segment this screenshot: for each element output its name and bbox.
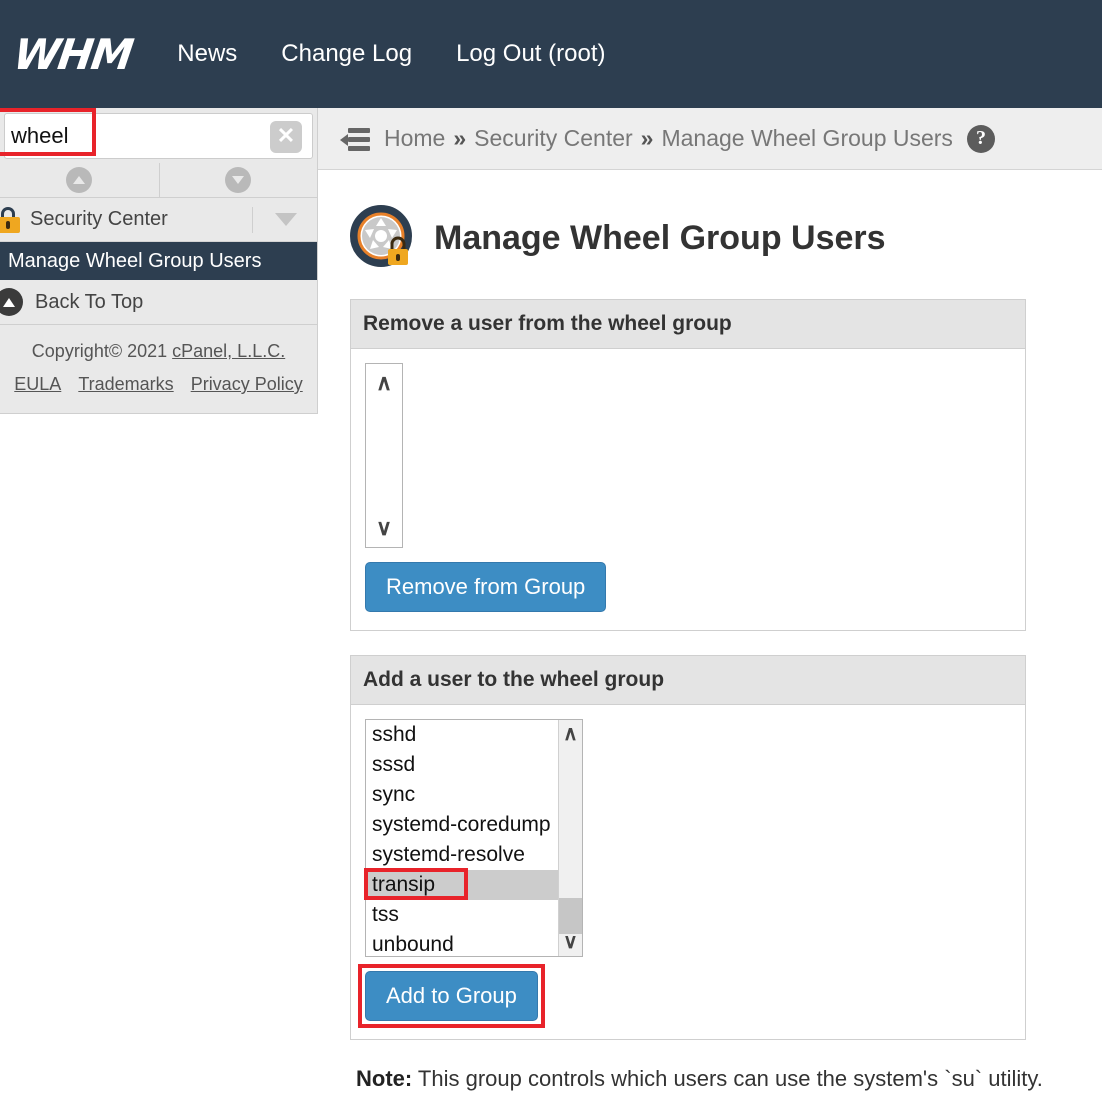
list-item[interactable]: systemd-resolve: [366, 840, 558, 870]
footer-links: EULA Trademarks Privacy Policy: [0, 374, 317, 395]
sidebar: ✕ Security Center Manage Wheel Group Use…: [0, 108, 318, 414]
breadcrumb-item-current: Manage Wheel Group Users: [661, 125, 953, 151]
close-icon-glyph: ✕: [276, 123, 296, 148]
help-icon[interactable]: ?: [966, 124, 995, 153]
add-user-panel: Add a user to the wheel group sshd sssd …: [350, 654, 1026, 1040]
chevron-down-icon: [225, 167, 252, 193]
add-users-listbox[interactable]: sshd sssd sync systemd-coredump systemd-…: [365, 718, 583, 957]
chevron-up-icon[interactable]: ∧: [376, 371, 392, 394]
nav-link-log-out[interactable]: Log Out (root): [456, 40, 605, 68]
list-item[interactable]: unbound: [366, 930, 558, 956]
sidebar-search-row: ✕: [0, 108, 317, 163]
nav-link-news[interactable]: News: [177, 40, 237, 68]
add-panel-body: sshd sssd sync systemd-coredump systemd-…: [351, 705, 1025, 1039]
whm-logo[interactable]: WHM: [11, 30, 135, 79]
breadcrumb: Home » Security Center » Manage Wheel Gr…: [384, 124, 995, 153]
back-to-top-button[interactable]: Back To Top: [0, 280, 317, 325]
breadcrumb-separator: »: [640, 125, 654, 151]
footer-link-eula[interactable]: EULA: [14, 374, 61, 394]
add-panel-heading: Add a user to the wheel group: [351, 655, 1025, 705]
remove-panel-heading: Remove a user from the wheel group: [351, 299, 1025, 349]
search-input[interactable]: [5, 115, 255, 157]
cpanel-link[interactable]: cPanel, L.L.C.: [172, 341, 285, 361]
breadcrumb-item-security-center[interactable]: Security Center: [474, 125, 633, 152]
lock-icon: [0, 206, 20, 233]
top-navigation: News Change Log Log Out (root): [177, 40, 605, 68]
list-item[interactable]: sssd: [366, 750, 558, 780]
sidebar-group-security-center[interactable]: Security Center: [0, 198, 317, 242]
main-content: Home » Security Center » Manage Wheel Gr…: [318, 108, 1102, 1092]
collapse-sidebar-icon[interactable]: [340, 127, 370, 151]
sidebar-item-manage-wheel-group-users[interactable]: Manage Wheel Group Users: [0, 242, 317, 280]
page-body: ✕ Security Center Manage Wheel Group Use…: [0, 108, 1102, 1110]
scrollbar-thumb[interactable]: [559, 897, 582, 934]
list-item[interactable]: systemd-coredump: [366, 810, 558, 840]
add-to-group-button-wrap: Add to Group: [358, 957, 545, 1028]
chevron-down-icon[interactable]: ∨: [376, 516, 392, 539]
remove-from-group-button[interactable]: Remove from Group: [365, 561, 607, 612]
divider: [252, 206, 253, 233]
footer-link-privacy-policy[interactable]: Privacy Policy: [191, 374, 303, 394]
list-item[interactable]: sshd: [366, 720, 558, 750]
listbox-scrollbar[interactable]: ∧ ∨: [558, 719, 582, 956]
add-users-list: sshd sssd sync systemd-coredump systemd-…: [366, 720, 558, 956]
list-item[interactable]: sync: [366, 780, 558, 810]
top-header: WHM News Change Log Log Out (root): [0, 0, 1102, 108]
chevron-up-icon: [66, 167, 93, 193]
breadcrumb-separator: »: [453, 125, 467, 151]
page-header: Manage Wheel Group Users: [318, 170, 1102, 299]
scroll-up-button[interactable]: [0, 163, 159, 197]
remove-users-listbox[interactable]: ∧ ∨: [365, 362, 403, 548]
list-item[interactable]: tss: [366, 900, 558, 930]
list-item-selected[interactable]: transip: [366, 869, 558, 900]
page-title: Manage Wheel Group Users: [434, 218, 886, 257]
chevron-down-icon[interactable]: [275, 213, 297, 226]
chevron-down-icon[interactable]: ∨: [563, 932, 578, 952]
sidebar-group-label: Security Center: [30, 208, 168, 230]
breadcrumb-item-home[interactable]: Home: [384, 125, 445, 152]
copyright-text: Copyright© 2021: [31, 341, 173, 361]
sidebar-footer: Copyright© 2021 cPanel, L.L.C. EULA Trad…: [0, 325, 317, 414]
nav-link-change-log[interactable]: Change Log: [281, 40, 412, 68]
remove-panel-body: ∧ ∨ Remove from Group: [351, 349, 1025, 630]
wheel-lock-icon: [350, 205, 416, 271]
note-text: Note: This group controls which users ca…: [356, 1066, 1102, 1092]
chevron-up-icon[interactable]: ∧: [563, 724, 578, 744]
clear-search-icon[interactable]: ✕: [270, 121, 302, 153]
remove-user-panel: Remove a user from the wheel group ∧ ∨ R…: [350, 298, 1026, 631]
note-label: Note:: [356, 1065, 413, 1091]
back-to-top-label: Back To Top: [35, 290, 144, 313]
copyright-line: Copyright© 2021 cPanel, L.L.C.: [0, 341, 317, 362]
footer-link-trademarks[interactable]: Trademarks: [78, 374, 173, 394]
note-body: This group controls which users can use …: [412, 1065, 1043, 1091]
sidebar-item-label: Manage Wheel Group Users: [8, 249, 262, 272]
sidebar-scroll-controls: [0, 163, 317, 198]
add-to-group-button[interactable]: Add to Group: [365, 970, 538, 1021]
breadcrumb-bar: Home » Security Center » Manage Wheel Gr…: [318, 108, 1102, 170]
arrow-up-circle-icon: [0, 288, 23, 316]
scroll-down-button[interactable]: [158, 163, 317, 197]
search-box[interactable]: ✕: [4, 113, 313, 159]
